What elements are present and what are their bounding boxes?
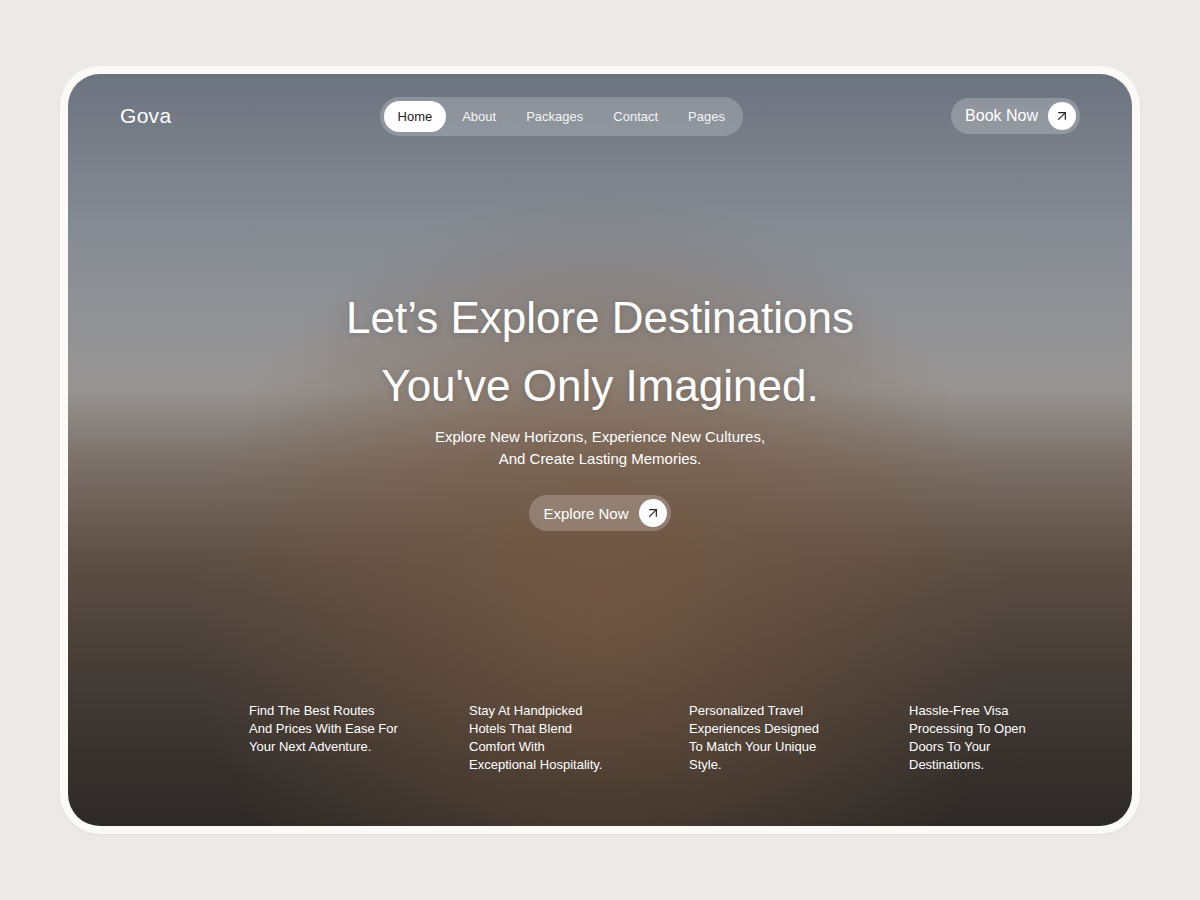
hero-content: Let’s Explore DestinationsYou've Only Im… bbox=[120, 284, 1080, 531]
features-row: Find The Best RoutesAnd Prices With Ease… bbox=[120, 702, 1080, 774]
nav-item[interactable]: Home bbox=[384, 101, 447, 132]
feature-text: Hassle-Free VisaProcessing To OpenDoors … bbox=[909, 702, 1129, 774]
hero-subtitle: Explore New Horizons, Experience New Cul… bbox=[435, 426, 765, 470]
feature-text: Personalized TravelExperiences DesignedT… bbox=[689, 702, 909, 774]
page: Gova HomeAboutPackagesContactPages Book No… bbox=[0, 0, 1200, 900]
nav-item[interactable]: Packages bbox=[512, 101, 597, 132]
header: Gova HomeAboutPackagesContactPages Book No… bbox=[120, 96, 1080, 136]
nav-bar: HomeAboutPackagesContactPages bbox=[380, 97, 743, 136]
nav-item[interactable]: Contact bbox=[599, 101, 672, 132]
feature-text: Find The Best RoutesAnd Prices With Ease… bbox=[249, 702, 469, 774]
arrow-up-right-icon bbox=[639, 499, 667, 527]
hero-title: Let’s Explore DestinationsYou've Only Im… bbox=[346, 284, 854, 420]
explore-now-button[interactable]: Explore Now bbox=[529, 495, 670, 531]
arrow-up-right-icon bbox=[1048, 102, 1076, 130]
nav-item[interactable]: Pages bbox=[674, 101, 739, 132]
logo[interactable]: Gova bbox=[120, 104, 171, 128]
feature-text: Stay At HandpickedHotels That BlendComfo… bbox=[469, 702, 689, 774]
hero-frame: Gova HomeAboutPackagesContactPages Book No… bbox=[60, 66, 1140, 834]
book-now-button[interactable]: Book Now bbox=[951, 98, 1080, 134]
nav-item[interactable]: About bbox=[448, 101, 510, 132]
hero-section: Gova HomeAboutPackagesContactPages Book No… bbox=[68, 74, 1132, 826]
